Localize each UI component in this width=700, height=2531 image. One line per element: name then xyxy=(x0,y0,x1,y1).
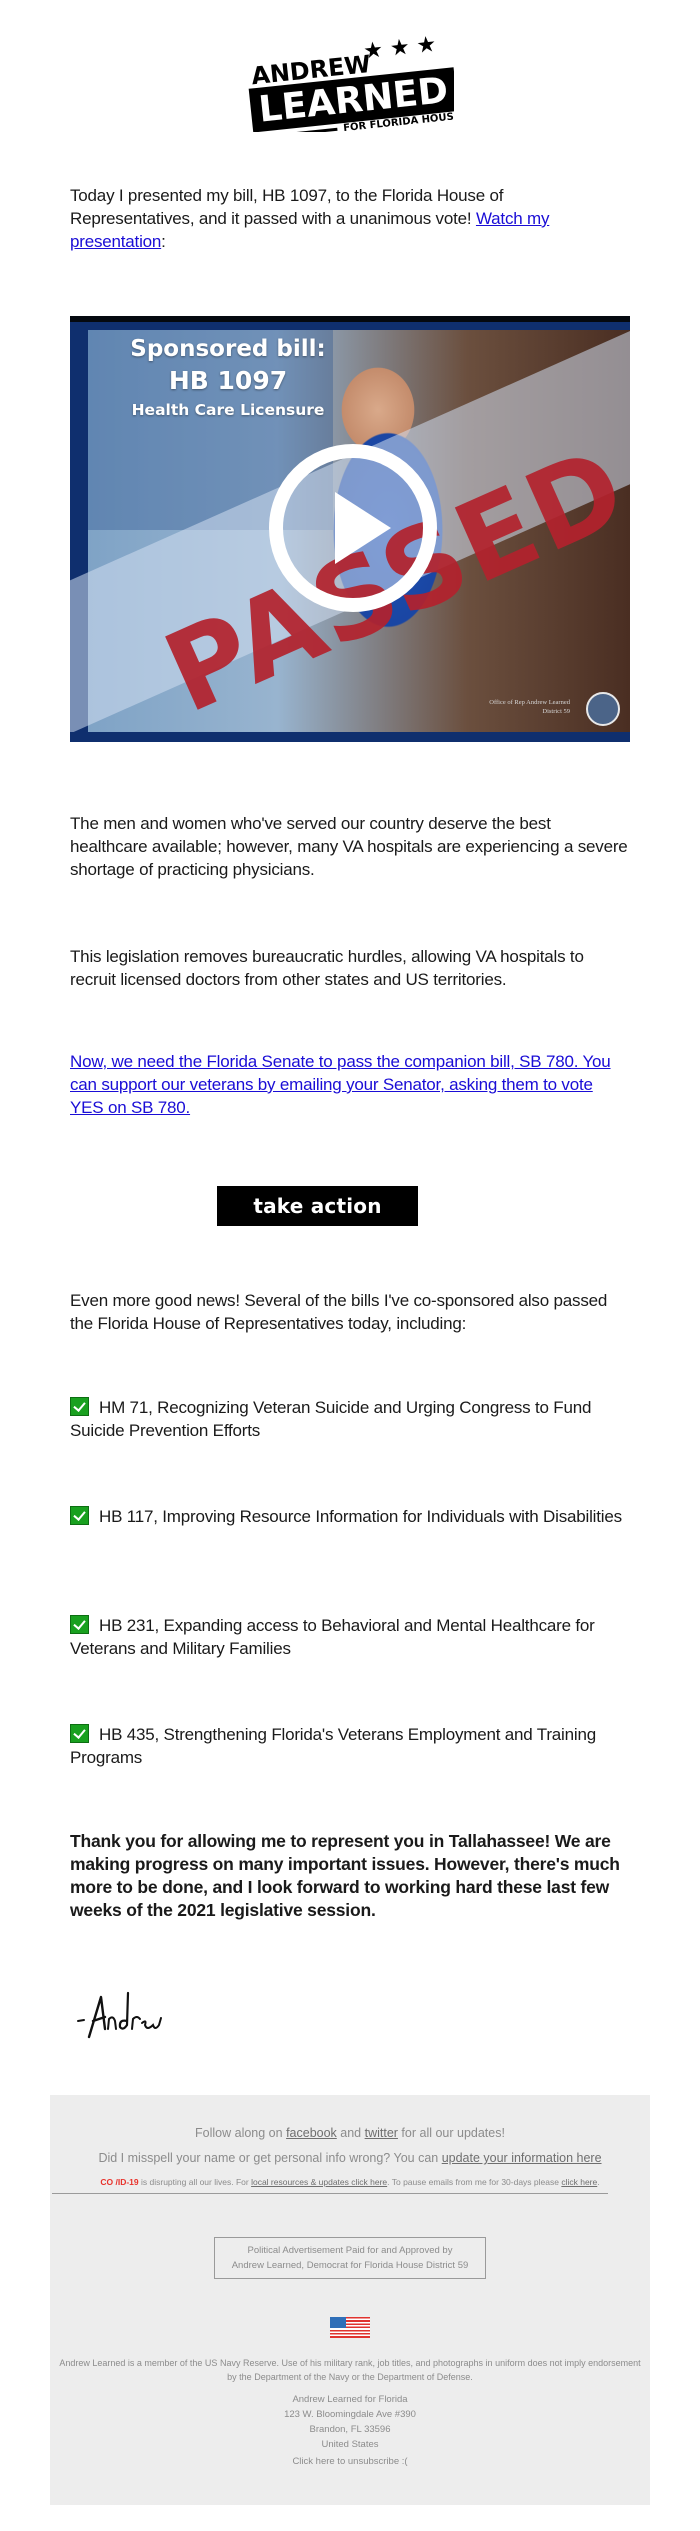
veterans-paragraph: The men and women who've served our coun… xyxy=(70,814,628,879)
email-senator-link[interactable]: Now, we need the Florida Senate to pass … xyxy=(70,1052,611,1117)
check-mark-icon xyxy=(70,1615,89,1634)
update-info-line: Did I misspell your name or get personal… xyxy=(50,2150,650,2166)
senate-paragraph: Now, we need the Florida Senate to pass … xyxy=(70,1050,630,1119)
pause-emails-link[interactable]: click here xyxy=(561,2177,597,2187)
covid-text: is disrupting all our lives. For xyxy=(138,2177,252,2187)
follow-and: and xyxy=(336,2126,365,2140)
address-country: United States xyxy=(321,2439,379,2450)
check-mark-icon xyxy=(70,1724,89,1743)
facebook-link[interactable]: facebook xyxy=(286,2126,337,2140)
video-bottom-bar xyxy=(70,732,630,742)
disclaimer-line1: Political Advertisement Paid for and App… xyxy=(247,2245,453,2256)
campaign-logo: ANDREW ★ ★ ★ LEARNED FOR FLORIDA HOUSE xyxy=(248,22,461,140)
closing-paragraph: Thank you for allowing me to represent y… xyxy=(70,1831,620,1920)
covid-pause-text: . To pause emails from me for 30-days pl… xyxy=(387,2177,562,2187)
email-footer: Follow along on facebook and twitter for… xyxy=(50,2095,650,2505)
video-credit: Office of Rep Andrew Learned District 59 xyxy=(489,698,570,716)
update-information-link[interactable]: update your information here xyxy=(442,2151,602,2165)
capitol-seal-icon xyxy=(586,692,620,726)
logo-stars-icon: ★ ★ ★ xyxy=(362,32,437,65)
logo-graphic: ANDREW ★ ★ ★ LEARNED FOR FLORIDA HOUSE xyxy=(248,32,461,140)
disclaimer-line2: Andrew Learned, Democrat for Florida Hou… xyxy=(231,2260,469,2271)
intro-suffix: : xyxy=(161,232,166,251)
bill-text: HB 117, Improving Resource Information f… xyxy=(99,1507,622,1526)
address-org: Andrew Learned for Florida xyxy=(292,2394,408,2405)
follow-prefix: Follow along on xyxy=(195,2126,287,2140)
signature: -Andrew xyxy=(75,1985,175,2045)
bill-text: HB 435, Strengthening Florida's Veterans… xyxy=(70,1725,596,1767)
unsubscribe-link[interactable]: Click here to unsubscribe :( xyxy=(50,2455,650,2469)
flag-canton xyxy=(330,2317,346,2328)
presentation-video-thumbnail[interactable]: Sponsored bill: HB 1097 Health Care Lice… xyxy=(70,316,630,742)
cosponsored-intro: Even more good news! Several of the bill… xyxy=(70,1291,608,1333)
address-street: 123 W. Bloomingdale Ave #390 xyxy=(284,2409,416,2420)
bill-list-item: HB 435, Strengthening Florida's Veterans… xyxy=(70,1723,640,1769)
covid-line: CO /ID-19 is disrupting all our lives. F… xyxy=(50,2176,650,2188)
video-title-line1: Sponsored bill: xyxy=(130,336,326,362)
video-title-line2: HB 1097 xyxy=(168,366,288,395)
intro-paragraph: Today I presented my bill, HB 1097, to t… xyxy=(70,184,630,253)
paid-for-disclaimer: Political Advertisement Paid for and App… xyxy=(214,2237,486,2279)
video-title-block: Sponsored bill: HB 1097 Health Care Lice… xyxy=(108,334,348,422)
video-top-bar xyxy=(70,316,630,322)
navy-reserve-notice: Andrew Learned is a member of the US Nav… xyxy=(59,2358,641,2382)
follow-suffix: for all our updates! xyxy=(397,2126,505,2140)
mailing-address: Andrew Learned for Florida 123 W. Bloomi… xyxy=(50,2392,650,2452)
footer-divider xyxy=(52,2193,608,2194)
local-resources-link[interactable]: local resources & updates click here xyxy=(251,2177,387,2187)
intro-text: Today I presented my bill, HB 1097, to t… xyxy=(70,186,504,228)
bill-text: HB 231, Expanding access to Behavioral a… xyxy=(70,1616,595,1658)
bill-list-item: HM 71, Recognizing Veteran Suicide and U… xyxy=(70,1396,640,1442)
twitter-link[interactable]: twitter xyxy=(365,2126,398,2140)
bill-list-item: HB 117, Improving Resource Information f… xyxy=(70,1505,640,1528)
video-title-line3: Health Care Licensure xyxy=(131,401,325,419)
legislation-paragraph: This legislation removes bureaucratic hu… xyxy=(70,947,584,989)
signature-graphic: -Andrew xyxy=(77,1991,162,2039)
check-mark-icon xyxy=(70,1506,89,1525)
video-credit-line1: Office of Rep Andrew Learned xyxy=(489,699,570,706)
bill-list-item: HB 231, Expanding access to Behavioral a… xyxy=(70,1614,640,1660)
check-mark-icon xyxy=(70,1397,89,1416)
covid-end: . xyxy=(597,2177,600,2187)
video-credit-line2: District 59 xyxy=(542,708,570,715)
play-icon[interactable] xyxy=(269,444,437,612)
bill-text: HM 71, Recognizing Veteran Suicide and U… xyxy=(70,1398,592,1440)
take-action-button[interactable]: take action xyxy=(217,1186,418,1226)
us-flag-icon xyxy=(330,2317,370,2338)
misspell-prefix: Did I misspell your name or get personal… xyxy=(98,2151,442,2165)
covid-label: CO /ID-19 xyxy=(100,2177,139,2187)
follow-line: Follow along on facebook and twitter for… xyxy=(50,2125,650,2141)
address-city: Brandon, FL 33596 xyxy=(309,2424,391,2435)
